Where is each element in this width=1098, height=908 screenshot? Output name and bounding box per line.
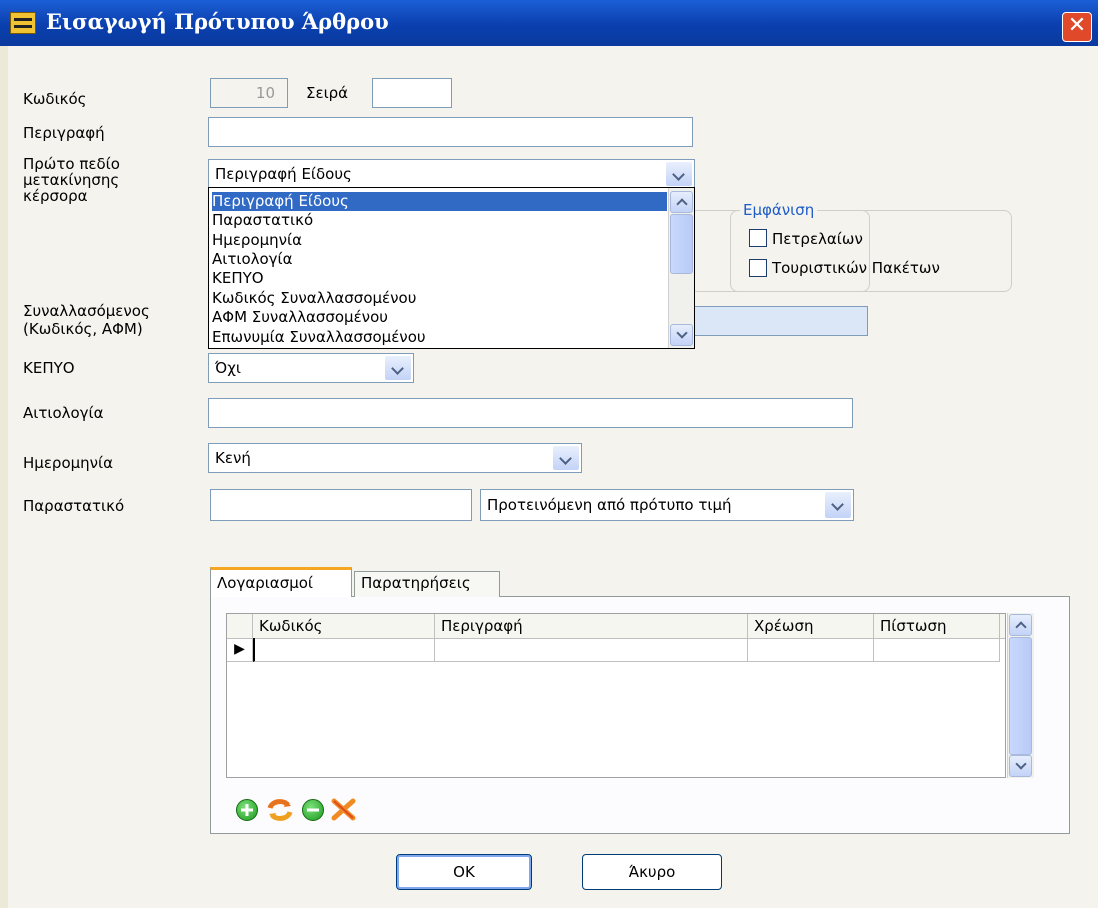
dropdown-scrollbar[interactable] — [668, 188, 694, 348]
kepyo-value: Όχι — [215, 359, 241, 377]
row-header-corner — [227, 614, 253, 638]
dropdown-option[interactable]: Κωδικός Συναλλασσομένου — [212, 289, 416, 308]
counterparty-field[interactable] — [690, 306, 868, 336]
code-field: 10 — [210, 78, 288, 108]
dropdown-option[interactable]: Περιγραφή Είδους — [212, 192, 667, 211]
scroll-up-icon[interactable] — [670, 191, 693, 213]
cancel-button[interactable]: Άκυρο — [582, 854, 722, 890]
first-field-select[interactable]: Περιγραφή Είδους — [208, 159, 695, 189]
ok-button[interactable]: ΟΚ — [396, 854, 532, 890]
description-label: Περιγραφή — [23, 124, 105, 142]
first-field-value: Περιγραφή Είδους — [215, 165, 352, 183]
chevron-down-icon[interactable] — [825, 492, 851, 518]
column-header-debit[interactable]: Χρέωση — [748, 614, 874, 638]
document-label: Παραστατικό — [23, 497, 125, 515]
dropdown-option[interactable]: Αιτιολογία — [212, 250, 293, 269]
chevron-down-icon[interactable] — [666, 162, 692, 186]
tourist-checkbox[interactable] — [749, 259, 767, 277]
display-group-title: Εμφάνιση — [740, 201, 818, 219]
dropdown-option[interactable]: Ημερομηνία — [212, 231, 302, 250]
dropdown-option[interactable]: ΚΕΠΥΟ — [212, 269, 264, 288]
kepyo-select[interactable]: Όχι — [208, 353, 414, 383]
chevron-down-icon[interactable] — [553, 446, 579, 470]
order-label: Σειρά — [306, 84, 349, 102]
kepyo-label: ΚΕΠΥΟ — [23, 359, 75, 377]
first-field-dropdown-list[interactable]: Περιγραφή Είδους Παραστατικό Ημερομηνία … — [208, 187, 695, 349]
date-label: Ημερομηνία — [23, 454, 114, 472]
justification-field[interactable] — [208, 398, 853, 428]
dropdown-option[interactable]: Επωνυμία Συναλλασσομένου — [212, 328, 426, 347]
display-group — [730, 210, 1012, 292]
scroll-up-icon[interactable] — [1009, 614, 1032, 636]
column-header-code[interactable]: Κωδικός — [253, 614, 435, 638]
column-header-description[interactable]: Περιγραφή — [435, 614, 748, 638]
document-mode-select[interactable]: Προτεινόμενη από πρότυπο τιμή — [480, 489, 854, 521]
document-mode-value: Προτεινόμενη από πρότυπο τιμή — [487, 496, 732, 514]
dropdown-option[interactable]: Παραστατικό — [212, 211, 313, 230]
add-icon[interactable] — [236, 799, 258, 821]
first-field-label: Πρώτο πεδίο μετακίνησης κέρσορα — [23, 155, 120, 205]
scroll-thumb[interactable] — [1009, 637, 1032, 755]
accounts-grid[interactable]: Κωδικός Περιγραφή Χρέωση Πίστωση ▶ — [226, 613, 1006, 778]
petroleum-label: Πετρελαίων — [772, 230, 863, 248]
tab-notes[interactable]: Παρατηρήσεις — [354, 571, 500, 597]
tab-accounts[interactable]: Λογαριασμοί — [210, 567, 352, 597]
window-icon — [10, 12, 36, 34]
justification-label: Αιτιολογία — [23, 404, 104, 422]
table-cell[interactable] — [253, 638, 435, 662]
code-label: Κωδικός — [23, 90, 87, 108]
scroll-down-icon[interactable] — [670, 324, 693, 346]
close-button[interactable]: ✕ — [1062, 12, 1092, 42]
scroll-thumb[interactable] — [670, 214, 693, 274]
refresh-icon[interactable] — [266, 797, 294, 823]
counterparty-label: Συναλλασόμενος (Κωδικός, ΑΦΜ) — [23, 302, 150, 338]
petroleum-checkbox[interactable] — [749, 229, 767, 247]
grid-scrollbar[interactable] — [1007, 613, 1034, 778]
current-row-indicator: ▶ — [227, 638, 253, 662]
description-field[interactable] — [208, 117, 693, 147]
tourist-label: Τουριστικών Πακέτων — [772, 259, 940, 277]
remove-icon[interactable] — [302, 799, 324, 821]
date-value: Κενή — [215, 449, 251, 467]
date-select[interactable]: Κενή — [208, 443, 582, 473]
delete-icon[interactable] — [330, 796, 358, 824]
table-cell[interactable] — [435, 638, 748, 662]
window-title: Εισαγωγή Πρότυπου Άρθρου — [46, 9, 389, 34]
chevron-down-icon[interactable] — [385, 356, 411, 380]
document-field[interactable] — [210, 489, 472, 521]
order-field[interactable] — [372, 78, 452, 108]
table-cell[interactable] — [748, 638, 874, 662]
dropdown-option[interactable]: ΑΦΜ Συναλλασσομένου — [212, 308, 388, 327]
column-header-credit[interactable]: Πίστωση — [874, 614, 1000, 638]
grid-header: Κωδικός Περιγραφή Χρέωση Πίστωση — [227, 614, 1005, 639]
scroll-down-icon[interactable] — [1009, 755, 1032, 777]
table-cell[interactable] — [874, 638, 1000, 662]
